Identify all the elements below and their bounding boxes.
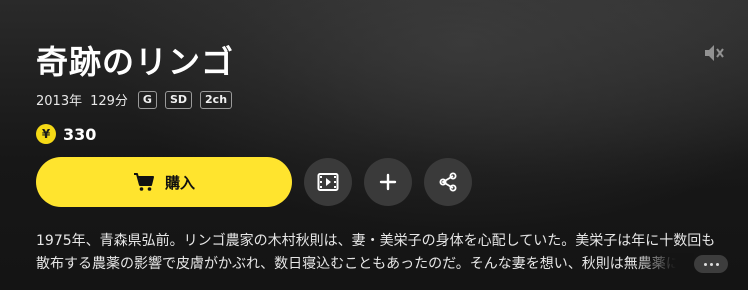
mute-button[interactable] (702, 42, 726, 64)
duration: 129分 (90, 94, 128, 109)
more-dot (709, 262, 713, 266)
price: ¥ 330 (36, 124, 96, 144)
more-button[interactable] (694, 255, 728, 273)
film-play-icon (317, 173, 339, 191)
release-year: 2013年 (36, 94, 83, 109)
share-button[interactable] (424, 158, 472, 206)
page-title: 奇跡のリンゴ (36, 43, 235, 81)
share-icon (439, 172, 457, 192)
buy-button[interactable]: 購入 (36, 157, 292, 207)
quality-badge: SD (164, 90, 193, 109)
buy-label: 購入 (164, 174, 195, 192)
coin-icon: ¥ (36, 124, 56, 144)
meta-row: 2013年 129分 G SD 2ch (36, 90, 240, 109)
cart-icon (133, 172, 155, 192)
more-dot (715, 262, 719, 266)
add-to-list-button[interactable] (364, 158, 412, 206)
plus-icon (379, 173, 397, 191)
more-dot (703, 262, 707, 266)
trailer-button[interactable] (304, 158, 352, 206)
synopsis: 1975年、青森県弘前。リンゴ農家の木村秋則は、妻・美栄子の身体を心配していた。… (36, 233, 716, 272)
speaker-muted-icon (705, 45, 724, 61)
price-value: 330 (63, 124, 97, 144)
rating-badge: G (137, 90, 157, 109)
audio-badge: 2ch (200, 90, 233, 109)
synopsis-fade (634, 253, 694, 275)
